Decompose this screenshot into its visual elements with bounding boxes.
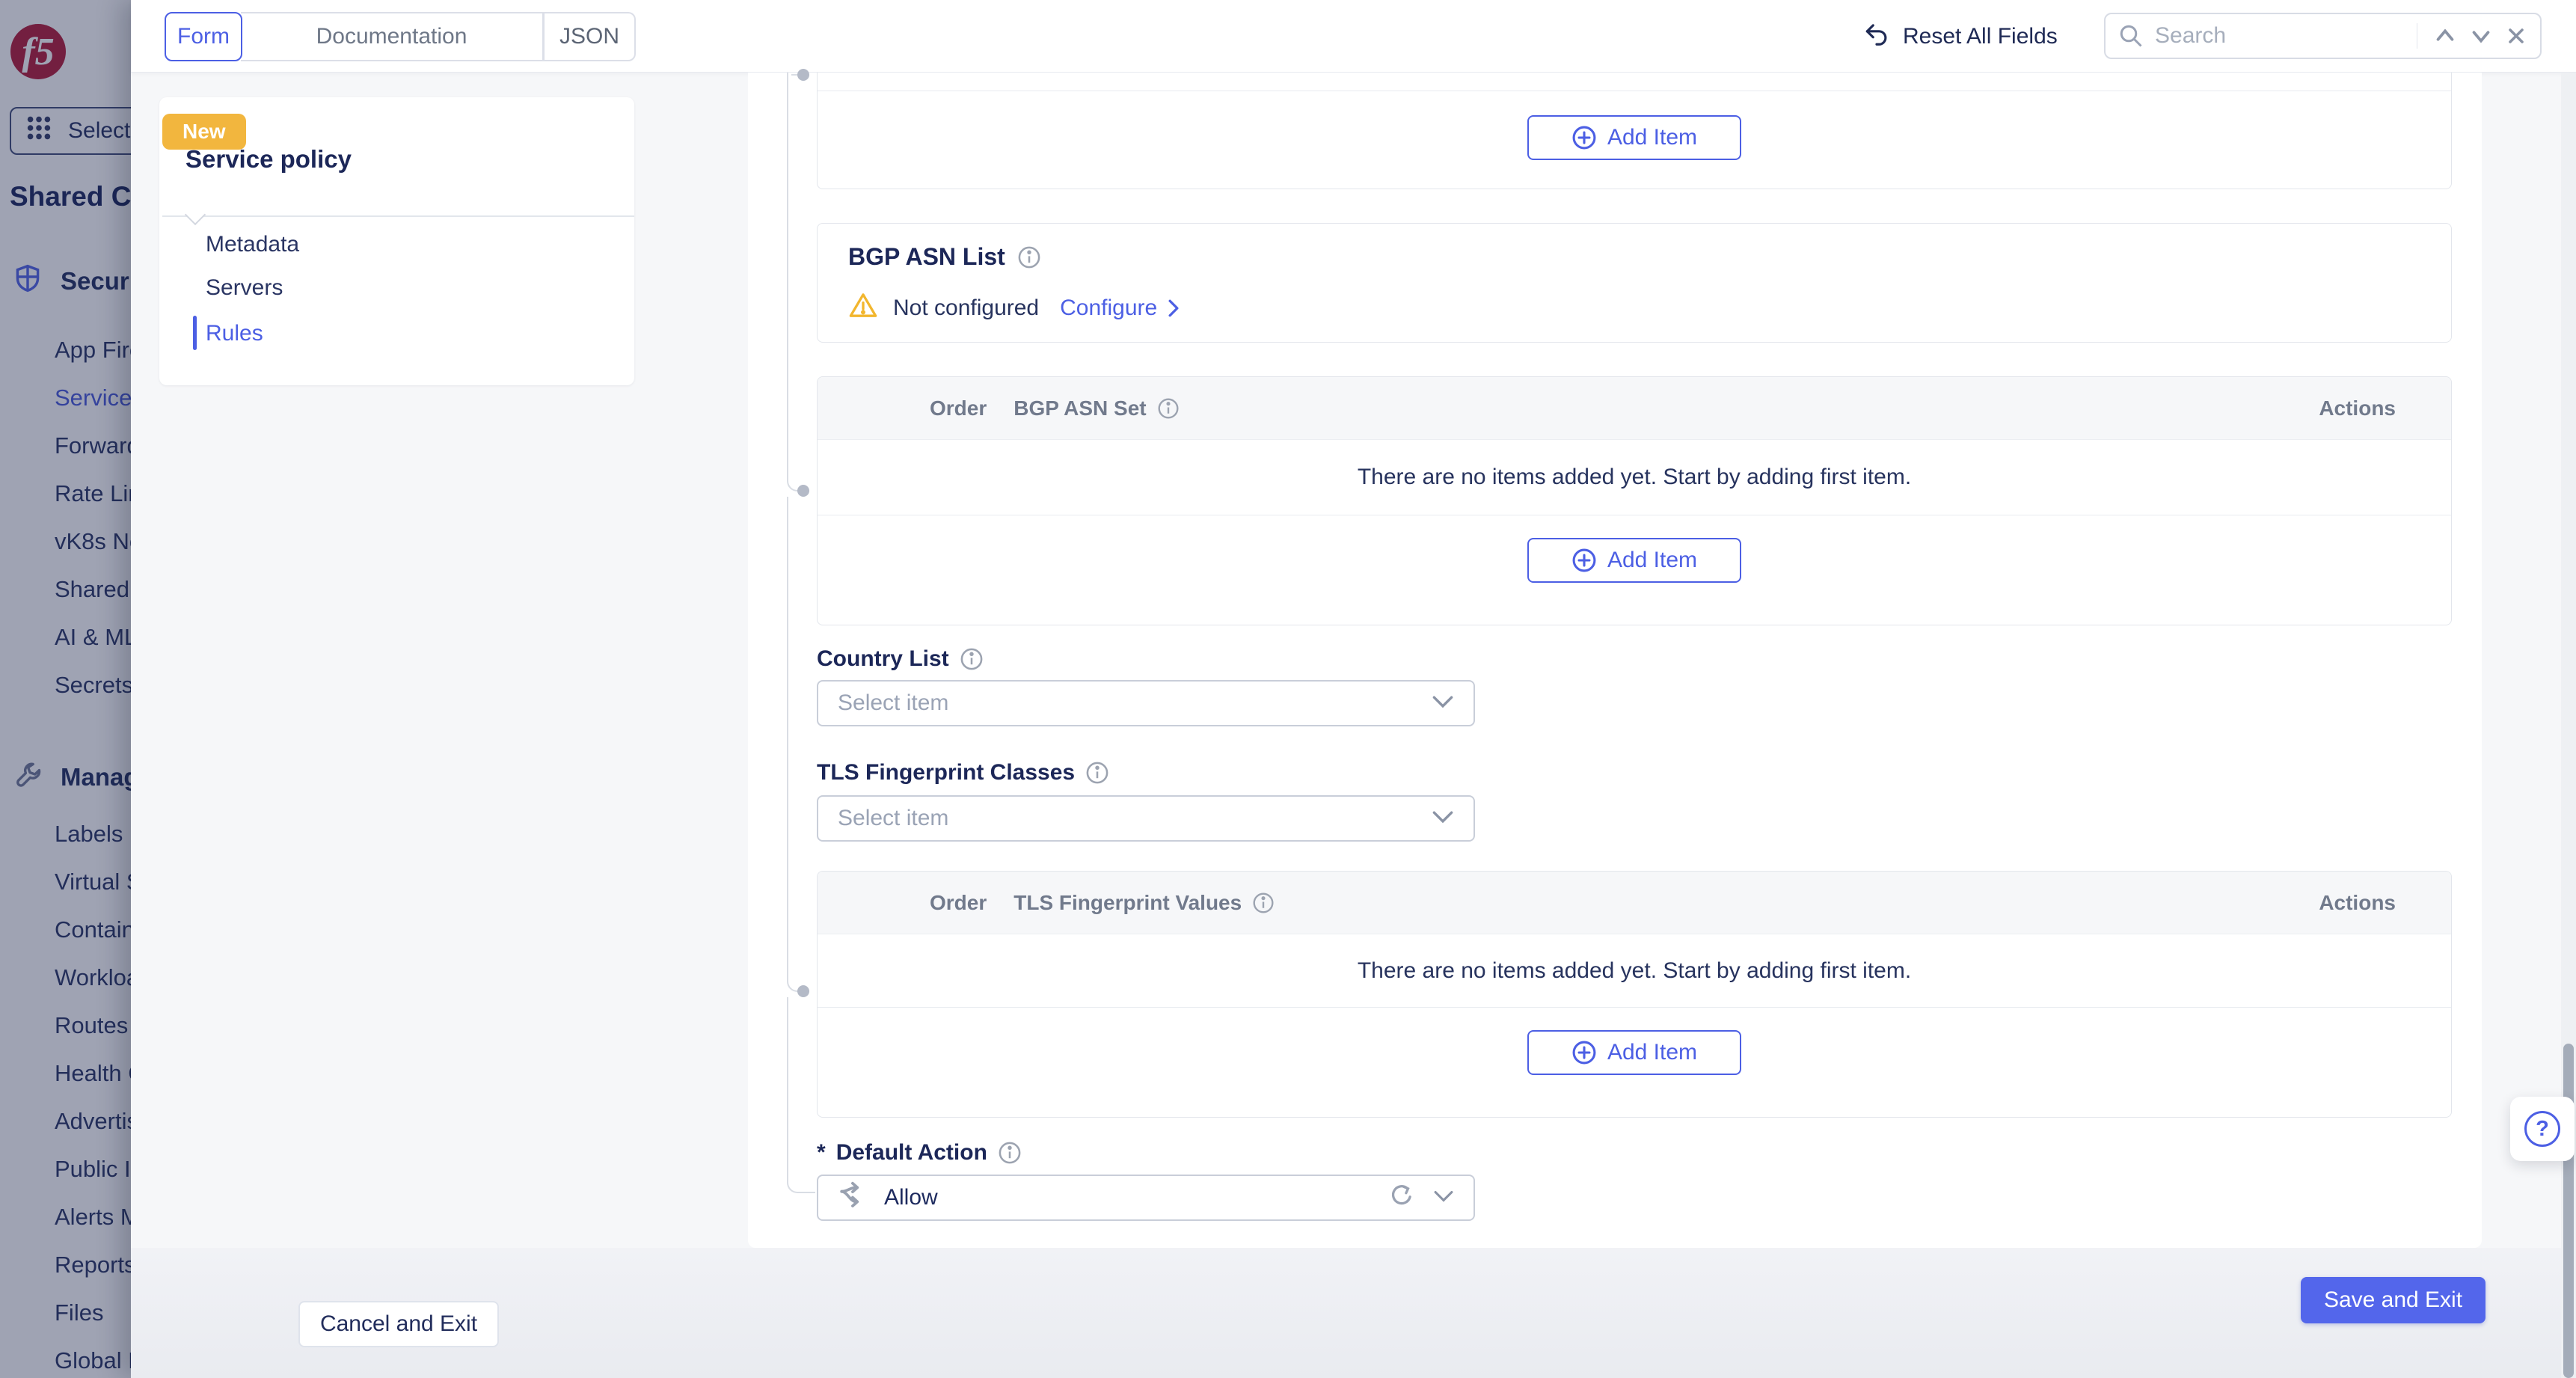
wizard-step-metadata[interactable]: Metadata: [206, 232, 299, 257]
status-badge: New: [162, 114, 246, 150]
search-prev-icon[interactable]: [2432, 23, 2458, 49]
tls-fingerprint-values-table: Order TLS Fingerprint Values Actions The…: [817, 871, 2452, 1118]
tree-connector-dot: [797, 69, 809, 81]
warning-icon: [848, 290, 878, 326]
active-step-indicator: [193, 316, 197, 350]
search-icon: [2117, 22, 2144, 49]
not-configured-label: Not configured: [893, 295, 1039, 321]
tls-fingerprint-classes-label: TLS Fingerprint Classes: [817, 760, 1109, 786]
wizard-divider: [162, 215, 634, 217]
tls-fingerprint-classes-select[interactable]: Select item: [817, 795, 1475, 842]
country-list-label: Country List: [817, 646, 984, 672]
table-add-row: Add Item: [818, 1007, 2451, 1117]
table-header: Order BGP ASN Set Actions: [818, 377, 2451, 440]
field-label: Default Action: [836, 1140, 987, 1166]
table-add-row: Add Item: [818, 91, 2451, 189]
modal-topbar: Form Documentation JSON Reset All Fields: [131, 0, 2576, 73]
add-item-label: Add Item: [1607, 1040, 1697, 1065]
required-asterisk: *: [817, 1140, 826, 1166]
column-tls-fingerprint-values: TLS Fingerprint Values: [1013, 891, 1242, 915]
info-icon[interactable]: [1157, 397, 1180, 420]
column-actions: Actions: [2319, 396, 2396, 420]
refresh-icon[interactable]: [1388, 1183, 1415, 1213]
add-item-label: Add Item: [1607, 548, 1697, 573]
search-box: [2104, 13, 2542, 59]
info-icon[interactable]: [1017, 245, 1041, 269]
add-item-button[interactable]: Add Item: [1527, 538, 1741, 583]
configure-link[interactable]: Configure: [1060, 295, 1181, 321]
cancel-and-exit-button[interactable]: Cancel and Exit: [298, 1301, 499, 1347]
chevron-down-icon: [1432, 809, 1454, 828]
default-action-select[interactable]: Allow: [817, 1175, 1475, 1221]
select-placeholder: Select item: [838, 690, 1432, 716]
tree-connector-line: [787, 497, 788, 968]
wizard-nav-card: New Service policy Metadata Servers Rule…: [159, 97, 634, 385]
wizard-step-servers[interactable]: Servers: [206, 275, 283, 301]
column-order: Order: [930, 396, 987, 420]
wizard-title: Service policy: [185, 145, 352, 174]
add-item-button[interactable]: Add Item: [1527, 1030, 1741, 1075]
save-and-exit-button[interactable]: Save and Exit: [2301, 1277, 2485, 1323]
info-icon[interactable]: [1085, 761, 1109, 785]
bgp-asn-list-title: BGP ASN List: [848, 243, 1005, 271]
tree-connector-line: [787, 997, 788, 1169]
reset-all-fields-label: Reset All Fields: [1903, 24, 2058, 49]
table-add-row: Add Item: [818, 515, 2451, 625]
scrollbar-thumb[interactable]: [2563, 1044, 2574, 1378]
custom-rule-list-table: Add Item: [817, 73, 2452, 189]
add-item-button[interactable]: Add Item: [1527, 115, 1741, 160]
add-item-label: Add Item: [1607, 125, 1697, 150]
column-order: Order: [930, 891, 987, 915]
table-row-tail: [818, 73, 2451, 91]
app-root: f5 Select service Shared Configuration S…: [0, 0, 2576, 1378]
view-tabs: Form Documentation JSON: [165, 12, 636, 61]
search-next-icon[interactable]: [2468, 23, 2494, 49]
empty-table-message: There are no items added yet. Start by a…: [818, 440, 2451, 515]
column-actions: Actions: [2319, 891, 2396, 915]
question-mark-icon: ?: [2524, 1111, 2560, 1147]
chevron-down-icon: [1432, 694, 1454, 713]
field-label: Country List: [817, 646, 949, 672]
modal-backdrop: [0, 0, 131, 1378]
tab-form[interactable]: Form: [165, 12, 242, 61]
chevron-down-icon: [1433, 1189, 1454, 1207]
field-label: TLS Fingerprint Classes: [817, 760, 1075, 786]
wizard-divider-notch: [185, 204, 206, 225]
tree-connector-elbow: [787, 1169, 815, 1193]
country-list-select[interactable]: Select item: [817, 680, 1475, 726]
wizard-step-rules[interactable]: Rules: [206, 321, 263, 346]
tree-connector-line: [787, 73, 788, 468]
info-icon[interactable]: [1252, 892, 1275, 914]
search-input[interactable]: [2155, 23, 2402, 49]
bgp-asn-list-card: BGP ASN List Not configured Configure: [817, 223, 2452, 343]
tab-json[interactable]: JSON: [544, 12, 636, 61]
search-close-icon[interactable]: [2504, 24, 2528, 48]
default-action-value: Allow: [884, 1185, 1388, 1210]
info-icon[interactable]: [960, 647, 984, 671]
configure-label: Configure: [1060, 295, 1157, 321]
tree-connector-dot: [797, 985, 809, 997]
help-button[interactable]: ?: [2510, 1097, 2575, 1161]
undo-icon: [1862, 19, 1891, 54]
info-icon[interactable]: [998, 1141, 1022, 1165]
bgp-asn-set-table: Order BGP ASN Set Actions There are no i…: [817, 376, 2452, 625]
default-action-label: * Default Action: [817, 1140, 1022, 1166]
tree-connector-dot: [797, 485, 809, 497]
column-bgp-asn-set: BGP ASN Set: [1013, 396, 1146, 420]
branch-action-icon: [838, 1181, 869, 1216]
tab-documentation[interactable]: Documentation: [241, 12, 544, 61]
table-header: Order TLS Fingerprint Values Actions: [818, 872, 2451, 934]
reset-all-fields-button[interactable]: Reset All Fields: [1862, 0, 2058, 73]
empty-table-message: There are no items added yet. Start by a…: [818, 934, 2451, 1007]
select-placeholder: Select item: [838, 806, 1432, 831]
